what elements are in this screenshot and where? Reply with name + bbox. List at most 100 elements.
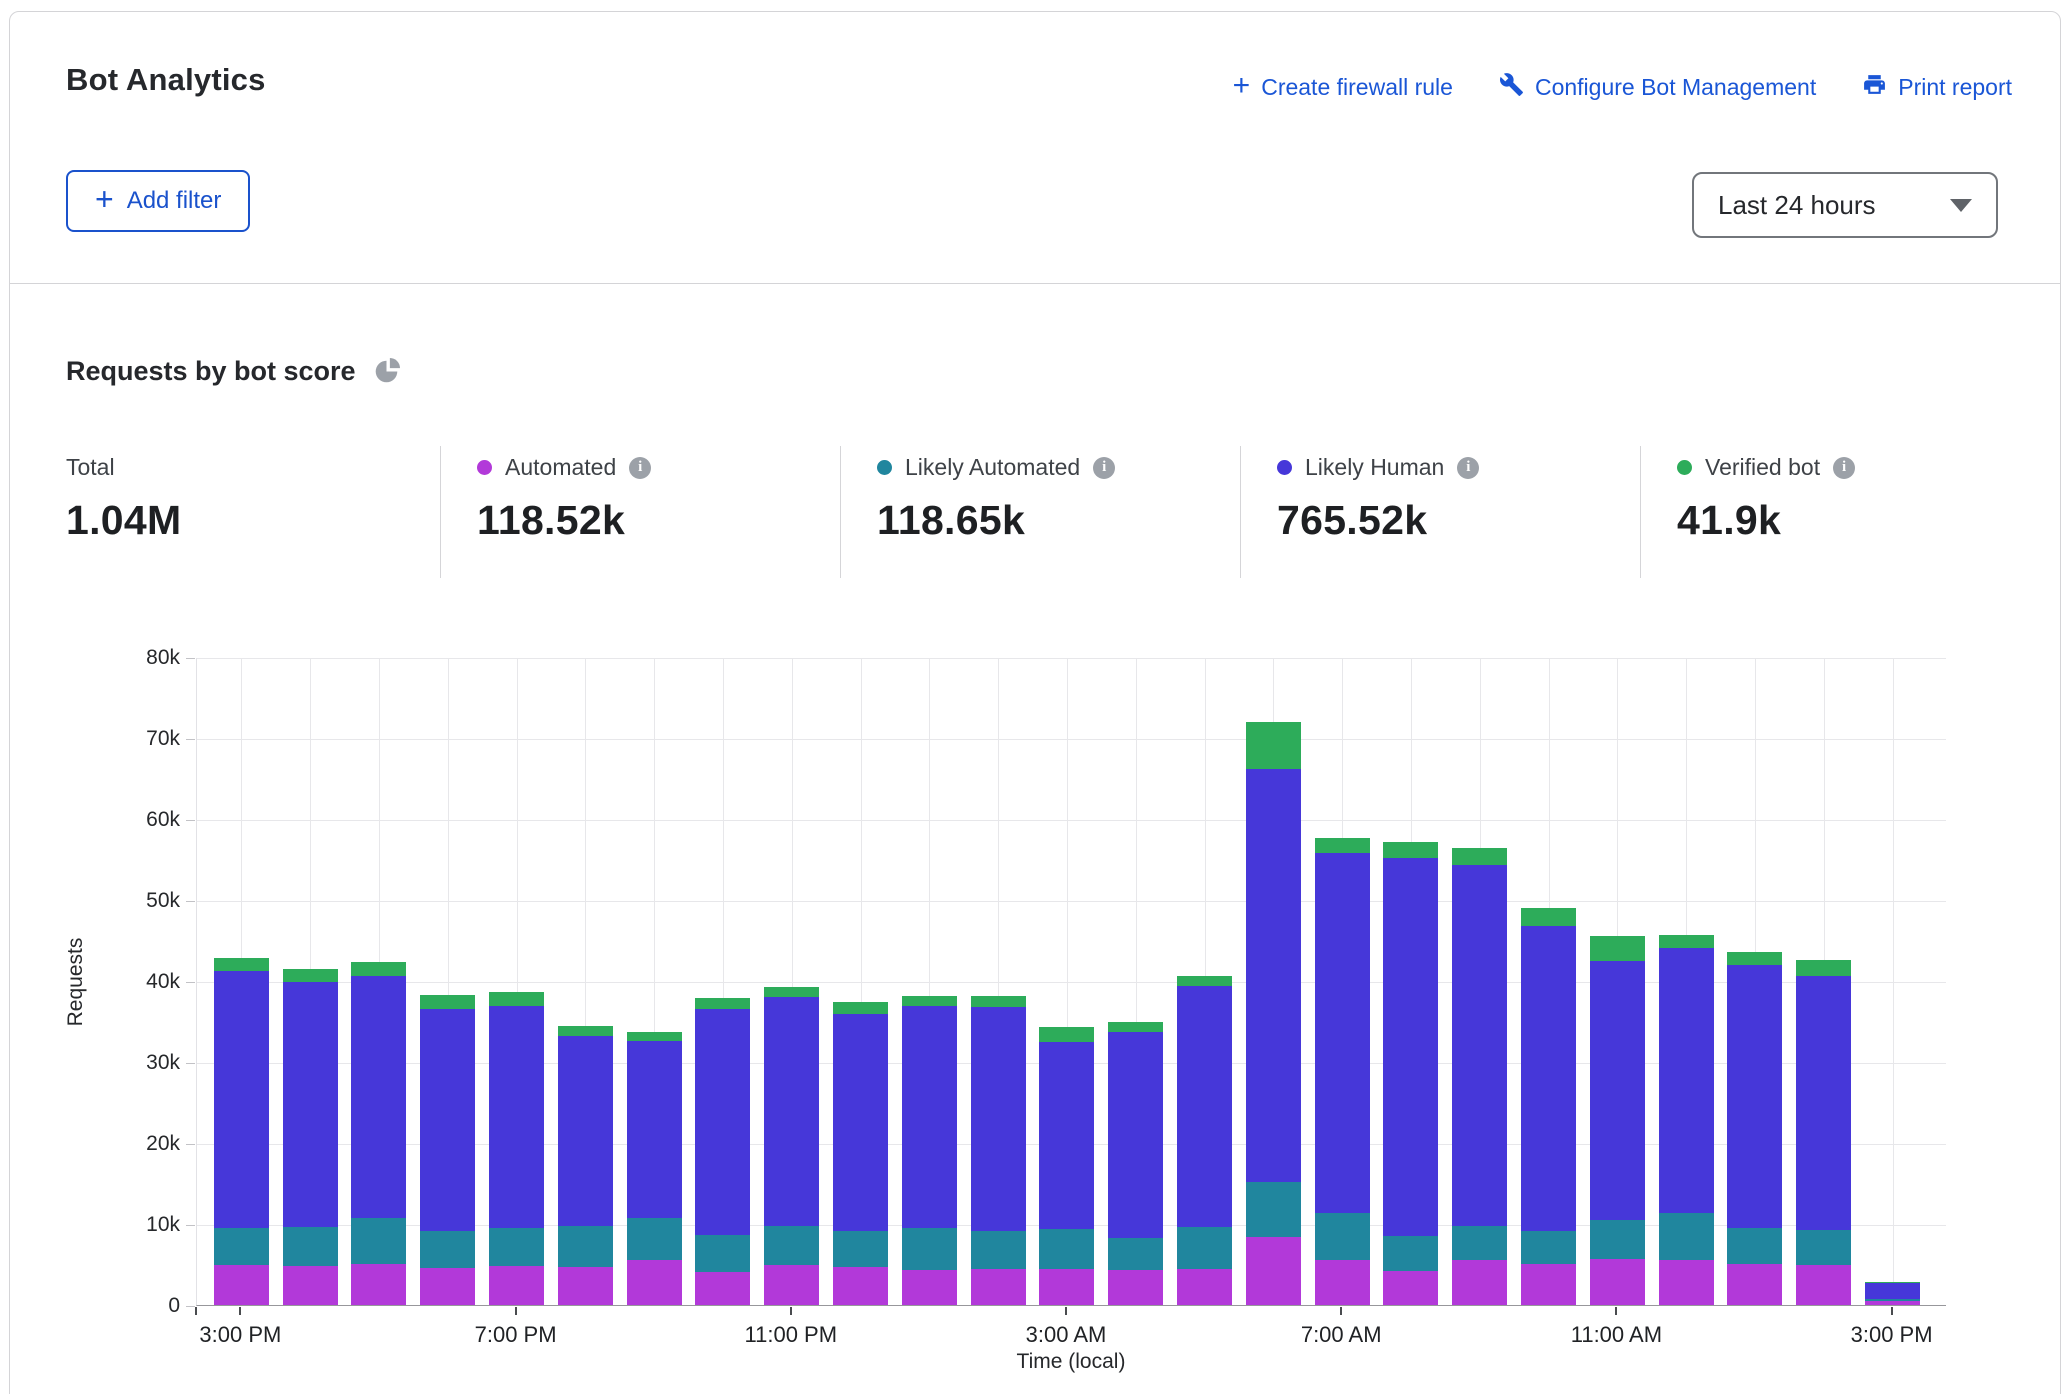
wrench-icon	[1499, 72, 1524, 103]
stat-likely-human-value: 765.52k	[1277, 497, 1640, 544]
bar-segment-automated	[1865, 1301, 1920, 1305]
bar-segment-automated	[627, 1260, 682, 1305]
bar-stack	[214, 958, 269, 1305]
stat-verified-bot-value: 41.9k	[1677, 497, 2040, 544]
add-filter-label: Add filter	[127, 187, 222, 215]
bar-segment-likely-human	[420, 1009, 475, 1231]
bar-column[interactable]	[1239, 658, 1308, 1305]
header-actions: + Create firewall rule Configure Bot Man…	[1233, 72, 2012, 103]
bar-column[interactable]	[345, 658, 414, 1305]
bar-segment-likely-human	[764, 997, 819, 1226]
bar-column[interactable]	[1170, 658, 1239, 1305]
info-icon[interactable]: i	[1833, 457, 1855, 479]
bot-analytics-page: Bot Analytics + Create firewall rule Con…	[0, 0, 2070, 1394]
bar-segment-likely-automated	[1796, 1230, 1851, 1264]
bar-segment-likely-automated	[351, 1218, 406, 1264]
bar-segment-verified-bot	[1590, 936, 1645, 961]
bar-column[interactable]	[413, 658, 482, 1305]
requests-bar-chart	[196, 658, 1946, 1306]
bar-segment-verified-bot	[214, 958, 269, 971]
plus-icon: +	[1233, 71, 1251, 101]
bar-column[interactable]	[1789, 658, 1858, 1305]
bar-stack	[1246, 722, 1301, 1305]
bar-segment-likely-human	[833, 1014, 888, 1230]
create-firewall-rule-link[interactable]: + Create firewall rule	[1233, 74, 1453, 101]
y-tick-label: 60k	[104, 808, 180, 832]
bar-column[interactable]	[276, 658, 345, 1305]
bar-segment-verified-bot	[351, 962, 406, 976]
bar-column[interactable]	[1652, 658, 1721, 1305]
printer-icon	[1862, 72, 1887, 103]
stat-verified-bot-label: Verified bot	[1705, 454, 1820, 481]
info-icon[interactable]: i	[1093, 457, 1115, 479]
bar-stack	[1315, 838, 1370, 1305]
bar-column[interactable]	[551, 658, 620, 1305]
bar-segment-likely-human	[1246, 769, 1301, 1182]
bar-segment-verified-bot	[833, 1002, 888, 1014]
bar-column[interactable]	[895, 658, 964, 1305]
bar-segment-likely-automated	[489, 1228, 544, 1266]
bar-column[interactable]	[1721, 658, 1790, 1305]
likely-automated-legend-dot	[877, 460, 892, 475]
bar-segment-automated	[1246, 1237, 1301, 1305]
print-report-link[interactable]: Print report	[1862, 72, 2012, 103]
bar-column[interactable]	[620, 658, 689, 1305]
configure-bot-management-link[interactable]: Configure Bot Management	[1499, 72, 1816, 103]
bar-stack	[764, 987, 819, 1305]
bar-segment-verified-bot	[902, 996, 957, 1006]
y-axis-tick	[186, 1144, 195, 1145]
bar-stack	[1865, 1282, 1920, 1305]
bar-stack	[283, 969, 338, 1305]
y-axis-tick	[186, 982, 195, 983]
bar-column[interactable]	[482, 658, 551, 1305]
info-icon[interactable]: i	[1457, 457, 1479, 479]
bar-column[interactable]	[1033, 658, 1102, 1305]
bar-column[interactable]	[1101, 658, 1170, 1305]
bar-stack	[1521, 908, 1576, 1305]
info-icon[interactable]: i	[629, 457, 651, 479]
bar-segment-verified-bot	[1659, 935, 1714, 948]
bar-column[interactable]	[1514, 658, 1583, 1305]
bar-stack	[1039, 1027, 1094, 1305]
time-range-select[interactable]: Last 24 hours	[1692, 172, 1998, 238]
y-tick-label: 70k	[104, 727, 180, 751]
x-axis-tick	[1340, 1307, 1342, 1315]
bar-segment-likely-human	[1039, 1042, 1094, 1229]
bar-segment-automated	[1590, 1259, 1645, 1305]
bar-segment-likely-human	[1865, 1283, 1920, 1298]
bar-column[interactable]	[826, 658, 895, 1305]
bar-column[interactable]	[1377, 658, 1446, 1305]
x-tick-label: 3:00 PM	[199, 1322, 281, 1348]
bar-segment-verified-bot	[1521, 908, 1576, 926]
y-axis-tick	[186, 1063, 195, 1064]
bar-segment-likely-human	[214, 971, 269, 1228]
bar-segment-likely-automated	[971, 1231, 1026, 1269]
add-filter-button[interactable]: + Add filter	[66, 170, 250, 232]
bar-segment-likely-automated	[1315, 1213, 1370, 1261]
bar-column[interactable]	[689, 658, 758, 1305]
bar-segment-likely-human	[1177, 986, 1232, 1227]
bar-segment-likely-human	[489, 1006, 544, 1228]
bar-column[interactable]	[1858, 658, 1927, 1305]
stat-automated-label: Automated	[505, 454, 616, 481]
bar-column[interactable]	[1445, 658, 1514, 1305]
bar-segment-verified-bot	[695, 998, 750, 1009]
create-firewall-rule-label: Create firewall rule	[1261, 74, 1453, 101]
bar-segment-verified-bot	[627, 1032, 682, 1041]
bar-stack	[971, 996, 1026, 1305]
likely-human-legend-dot	[1277, 460, 1292, 475]
print-report-label: Print report	[1898, 74, 2012, 101]
bar-segment-automated	[489, 1266, 544, 1305]
bar-column[interactable]	[1583, 658, 1652, 1305]
bar-column[interactable]	[207, 658, 276, 1305]
bar-segment-likely-human	[695, 1009, 750, 1234]
y-axis-tick	[186, 1225, 195, 1226]
bar-column[interactable]	[1308, 658, 1377, 1305]
stat-automated-value: 118.52k	[477, 497, 840, 544]
bar-column[interactable]	[757, 658, 826, 1305]
bar-stack	[558, 1026, 613, 1305]
bar-segment-likely-human	[1108, 1032, 1163, 1238]
verified-bot-legend-dot	[1677, 460, 1692, 475]
bar-stack	[1452, 848, 1507, 1305]
bar-column[interactable]	[964, 658, 1033, 1305]
